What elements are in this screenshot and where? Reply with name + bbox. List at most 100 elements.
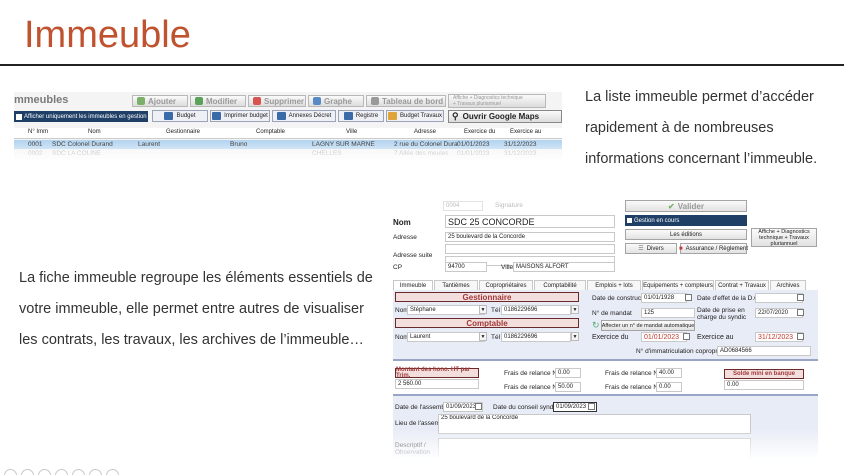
- col-header-manager[interactable]: Gestionnaire: [166, 129, 200, 135]
- management-filter-checkbox[interactable]: Afficher uniquement les immeubles en ges…: [14, 111, 148, 122]
- checkbox-icon: [627, 218, 632, 223]
- description-label: Descriptif / Observation: [395, 442, 431, 456]
- building-form-screenshot: 0004 Signature ✔ Valider Gestion en cours…: [393, 198, 818, 460]
- chevron-down-icon[interactable]: ▼: [571, 332, 579, 341]
- relance1-field[interactable]: 0.00: [555, 368, 581, 378]
- nav-dot[interactable]: [106, 469, 119, 475]
- calendar-icon[interactable]: [685, 294, 692, 301]
- calendar-icon[interactable]: [797, 333, 804, 340]
- tab-jobs-lots[interactable]: Emplois + lots: [587, 280, 641, 290]
- bank-balance-field[interactable]: 0.00: [724, 380, 804, 390]
- tab-building[interactable]: Immeuble: [393, 280, 433, 290]
- assembly-place-field[interactable]: 25 boulevard de la Concorde: [438, 414, 751, 434]
- cell-address: 2 rue du Colonel Dura: [394, 141, 458, 148]
- print-budget-button[interactable]: Imprimer budget: [210, 110, 270, 122]
- register-icon: [343, 112, 353, 120]
- diverse-button[interactable]: ☰ Divers: [625, 243, 677, 254]
- tab-equipment[interactable]: Equipements + compteurs: [642, 280, 714, 290]
- dashboard-button[interactable]: Tableau de bord: [366, 95, 446, 107]
- graph-button[interactable]: Graphe: [308, 95, 364, 107]
- mandate-field[interactable]: 125: [641, 308, 695, 318]
- fees-field[interactable]: 2 560.00: [395, 379, 479, 389]
- printer-icon: [212, 112, 222, 120]
- validate-button[interactable]: ✔ Valider: [625, 200, 747, 212]
- nav-dot[interactable]: [38, 469, 51, 475]
- modify-button[interactable]: Modifier: [190, 95, 246, 107]
- decree-annex-button[interactable]: Annexes Décret: [272, 110, 336, 122]
- insurance-button[interactable]: ■ Assurance / Règlement: [679, 243, 748, 254]
- col-header-accountant[interactable]: Comptable: [256, 129, 285, 135]
- calendar-icon[interactable]: [683, 333, 690, 340]
- address-label: Adresse: [393, 234, 417, 241]
- accountant-section-title: Comptable: [395, 318, 579, 328]
- manager-tel-label: Tél: [491, 307, 501, 314]
- col-header-name[interactable]: Nom: [88, 129, 101, 135]
- calendar-icon[interactable]: [475, 403, 482, 410]
- address-field-2[interactable]: [445, 244, 615, 254]
- chevron-down-icon[interactable]: ▼: [571, 305, 579, 314]
- nav-dot[interactable]: [21, 469, 34, 475]
- editions-button[interactable]: Les éditions: [625, 229, 747, 240]
- calendar-icon[interactable]: [797, 309, 804, 316]
- tab-shares[interactable]: Tantièmes: [434, 280, 478, 290]
- tab-co-owners[interactable]: Copropriétaires: [479, 280, 533, 290]
- auto-mandate-button[interactable]: Affecter un n° de mandat automatique: [601, 320, 695, 331]
- google-maps-button[interactable]: ⚲ Ouvrir Google Maps: [448, 110, 562, 123]
- accountant-phone-field[interactable]: 0186229696: [501, 332, 571, 342]
- col-header-address[interactable]: Adresse: [414, 129, 436, 135]
- col-header-number[interactable]: N° Imm: [28, 129, 48, 135]
- building-id-field[interactable]: 0004: [443, 201, 483, 211]
- calendar-icon[interactable]: [588, 403, 595, 410]
- postcode-field[interactable]: 94700: [445, 262, 487, 272]
- refresh-icon: ↻: [592, 320, 600, 330]
- nav-dot[interactable]: [72, 469, 85, 475]
- tab-contracts-works[interactable]: Contrat + Travaux: [715, 280, 769, 290]
- manager-phone-field[interactable]: 0186229696: [501, 305, 571, 315]
- nav-dot[interactable]: [55, 469, 68, 475]
- manager-section-title: Gestionnaire: [395, 292, 579, 302]
- calendar-icon[interactable]: [797, 294, 804, 301]
- description-field[interactable]: [438, 438, 751, 460]
- syndic-date-field[interactable]: 22/07/2020: [755, 308, 803, 318]
- add-button[interactable]: Ajouter: [132, 95, 188, 107]
- check-icon: ✔: [668, 201, 675, 211]
- construction-date-field[interactable]: 01/01/1928: [641, 293, 687, 303]
- diagnostics-button[interactable]: Affiche + Diagnostics technique + Travau…: [751, 228, 817, 247]
- diagnostics-button[interactable]: Affiche + Diagnostics technique + Travaux…: [448, 94, 546, 108]
- list-window-title: mmeubles: [14, 94, 69, 106]
- tab-archives[interactable]: Archives: [770, 280, 806, 290]
- chevron-down-icon[interactable]: ▼: [479, 305, 487, 314]
- relance3-field[interactable]: 50.00: [555, 382, 581, 392]
- manager-name-field[interactable]: Stéphane: [407, 305, 485, 315]
- chevron-down-icon[interactable]: ▼: [479, 332, 487, 341]
- in-management-checkbox[interactable]: Gestion en cours: [625, 215, 747, 226]
- address-field[interactable]: 25 boulevard de la Concorde: [445, 232, 615, 242]
- slide-navigation: [4, 469, 119, 475]
- add-icon: [137, 97, 145, 105]
- exercise-to-field[interactable]: 31/12/2023: [755, 332, 803, 342]
- works-icon: [387, 112, 397, 120]
- registration-field[interactable]: AD0684566: [717, 346, 811, 356]
- delete-button[interactable]: Supprimer: [248, 95, 306, 107]
- section-divider: [393, 359, 818, 361]
- budget-icon: [164, 112, 174, 120]
- col-header-city[interactable]: Ville: [346, 129, 357, 135]
- nav-dot[interactable]: [89, 469, 102, 475]
- exercise-from-field[interactable]: 01/01/2023: [641, 332, 687, 342]
- cell-exercise-to: 31/12/2023: [504, 150, 537, 157]
- col-header-exercise-to[interactable]: Exercice au: [510, 129, 541, 135]
- budget-button[interactable]: Budget: [152, 110, 208, 122]
- works-budget-button[interactable]: Budget Travaux: [386, 110, 444, 122]
- building-name-field[interactable]: SDC 25 CONCORDE: [445, 215, 615, 228]
- register-button[interactable]: Registre: [338, 110, 384, 122]
- do-date-field[interactable]: [755, 293, 803, 303]
- relance4-field[interactable]: 0.00: [656, 382, 682, 392]
- table-row[interactable]: 0002 SDC LA COLINE CHELLES 7 Allée des m…: [14, 149, 562, 158]
- tab-accounting[interactable]: Comptabilité: [534, 280, 586, 290]
- relance2-field[interactable]: 40.00: [656, 368, 682, 378]
- nav-dot[interactable]: [4, 469, 17, 475]
- city-field[interactable]: MAISONS ALFORT: [513, 262, 615, 272]
- table-row[interactable]: 0001 SDC Colonel Durand Laurent Bruno LA…: [14, 140, 562, 149]
- col-header-exercise-from[interactable]: Exercice du: [464, 129, 495, 135]
- accountant-name-field[interactable]: Laurent: [407, 332, 485, 342]
